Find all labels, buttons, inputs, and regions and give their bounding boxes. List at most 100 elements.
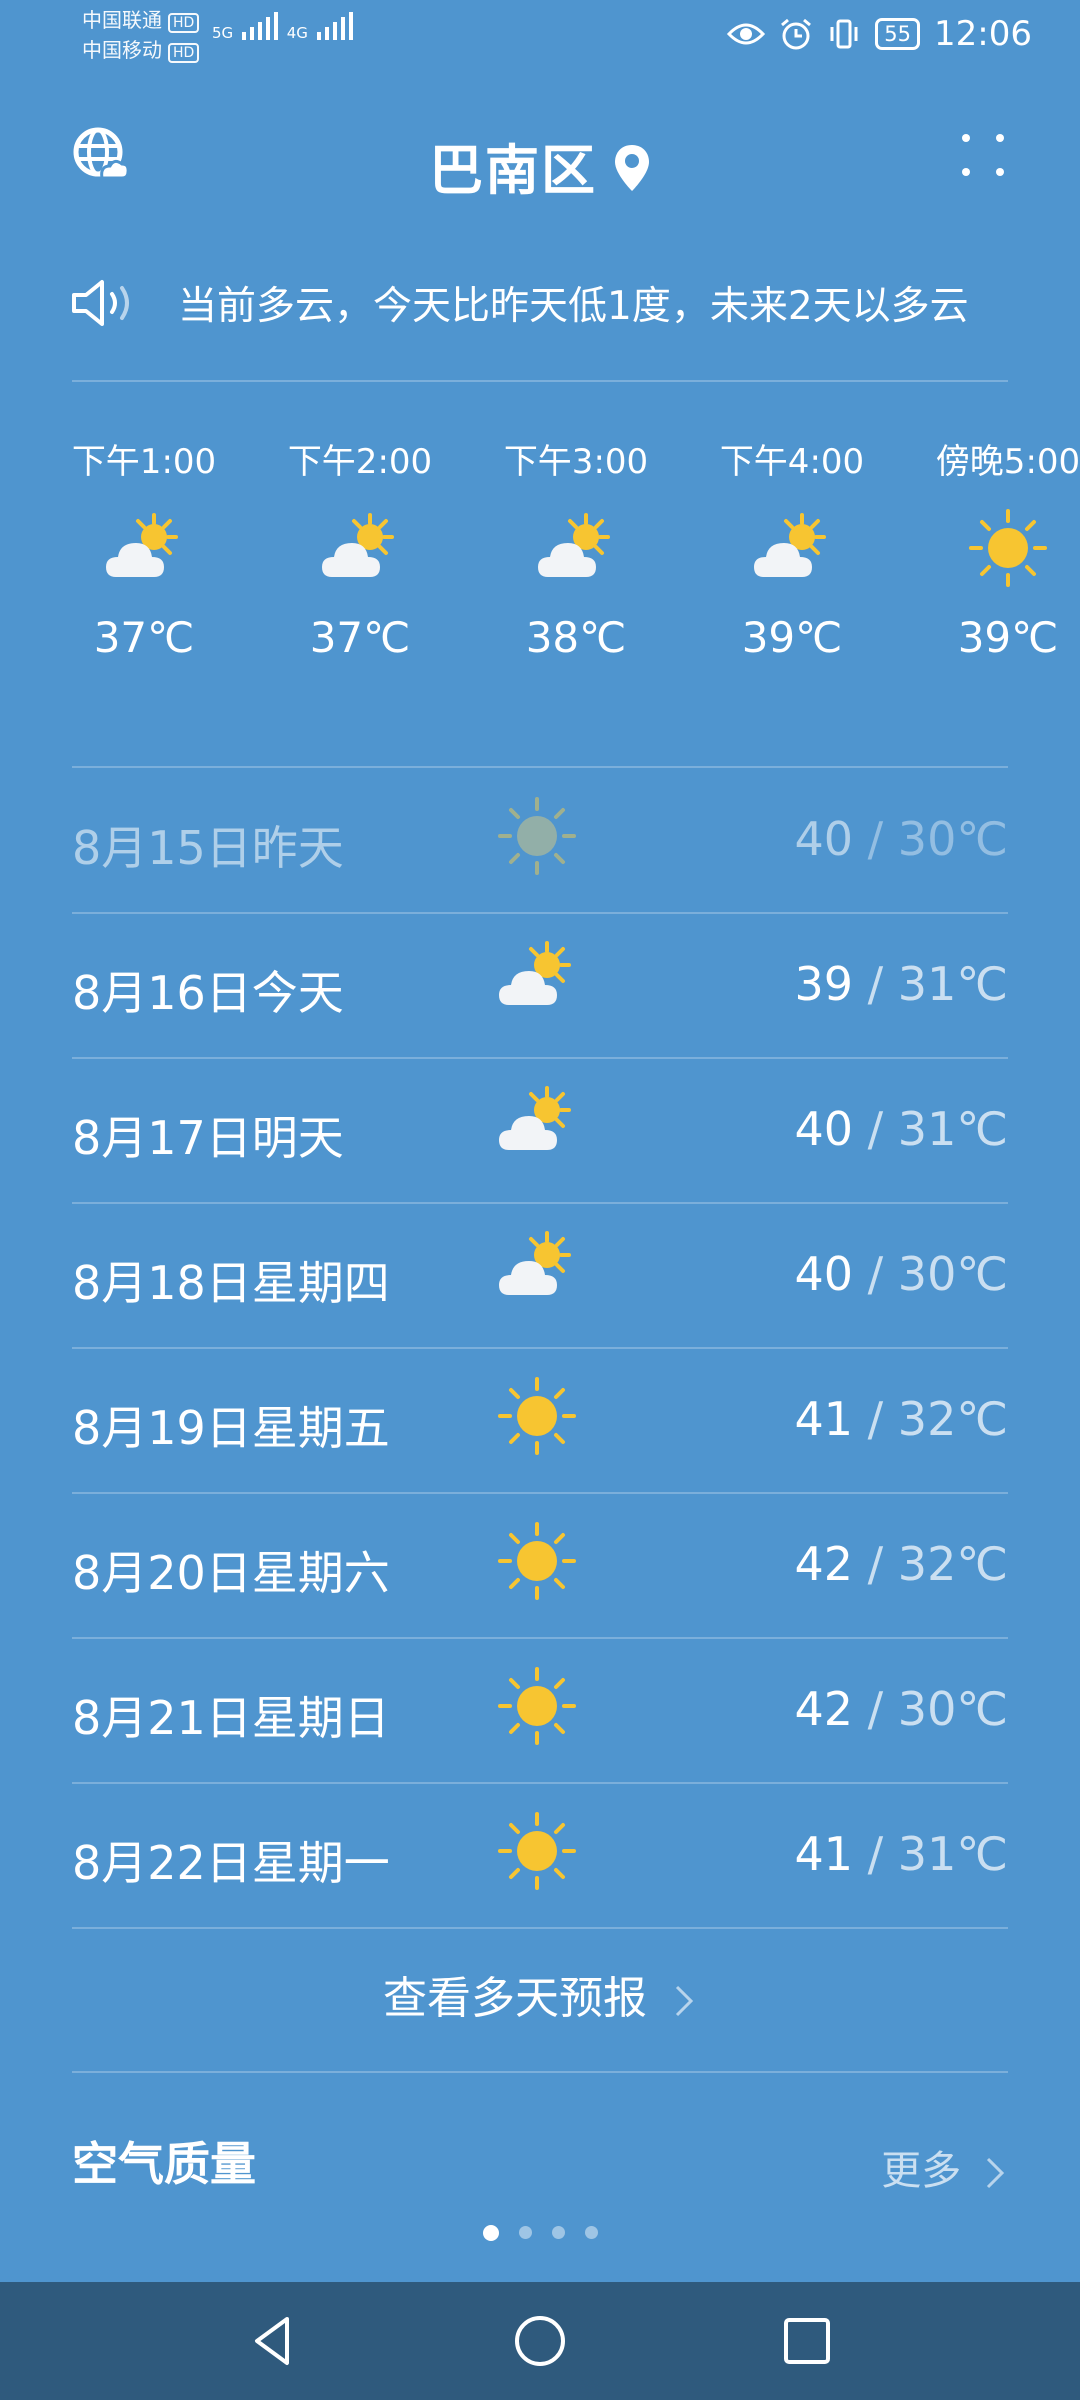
hour-temp: 37℃ [93,613,195,662]
daily-row[interactable]: 8月16日今天 39 / 31℃ [72,913,1008,1058]
weather-broadcast[interactable]: 当前多云，今天比昨天低1度，未来2天以多云 [70,268,1010,338]
hd-badge: HD [168,43,200,63]
air-quality-title: 空气质量 [72,2137,256,2191]
city-title[interactable]: 巴南区 [0,126,1080,206]
vibrate-icon [830,19,858,49]
eye-icon [727,23,766,45]
hour-time: 下午1:00 [71,442,217,482]
daily-row[interactable]: 8月17日明天 40 / 31℃ [72,1058,1008,1203]
hd-badge: HD [168,13,200,33]
day-temp-range: 40 / 30℃ [795,812,1009,866]
daily-row[interactable]: 8月19日星期五 41 / 32℃ [72,1348,1008,1493]
partly-cloudy-icon [692,483,892,613]
divider [72,2071,1008,2073]
day-high: 39 [794,957,854,1011]
day-high: 40 [794,1247,854,1301]
range-separator: / [853,1247,898,1301]
status-right: 55 12:06 [727,14,1032,54]
home-icon[interactable] [510,2311,570,2371]
air-quality-more-link[interactable]: 更多 [881,2138,1008,2196]
signal-icon [316,12,353,40]
hour-time: 下午2:00 [287,442,433,482]
day-temp-range: 42 / 32℃ [795,1537,1009,1591]
range-separator: / [853,957,898,1011]
page-indicator [0,2225,1080,2241]
system-nav-bar [0,2282,1080,2400]
day-low: 30℃ [897,1247,1008,1301]
day-date: 8月16日今天 [72,966,344,1020]
hour-item: 下午3:00 38℃ [476,434,676,662]
daily-row[interactable]: 8月22日星期一 41 / 31℃ [72,1783,1008,1928]
day-temp-range: 42 / 30℃ [795,1682,1009,1736]
range-separator: / [853,812,898,866]
carrier-2: 中国移动 HD [82,36,200,64]
day-date: 8月21日星期日 [72,1691,390,1745]
daily-row[interactable]: 8月21日星期日 42 / 30℃ [72,1638,1008,1783]
hour-item: 下午1:00 37℃ [44,434,244,662]
hour-time: 下午4:00 [719,442,865,482]
chevron-right-icon [675,1985,694,2017]
day-high: 42 [794,1537,854,1591]
day-temp-range: 41 / 32℃ [795,1392,1009,1446]
recents-icon[interactable] [777,2311,837,2371]
day-high: 40 [794,812,854,866]
hourly-forecast[interactable]: 下午1:00 37℃ 下午2:00 37℃ 下午3:00 38℃ 下午4:00 … [44,420,1080,720]
sunny-icon [497,1666,577,1746]
divider [72,380,1008,382]
day-temp-range: 40 / 31℃ [795,1102,1009,1156]
day-temp-range: 39 / 31℃ [795,957,1009,1011]
hour-temp: 39℃ [741,613,843,662]
partly-cloudy-icon [476,483,676,613]
day-low: 32℃ [897,1537,1008,1591]
more-menu-icon[interactable] [958,130,1008,180]
day-date: 8月19日星期五 [72,1401,390,1455]
day-temp-range: 40 / 30℃ [795,1247,1009,1301]
battery-indicator: 55 [875,18,921,50]
view-more-forecast-button[interactable]: 查看多天预报 [0,1962,1080,2026]
hour-item: 傍晚5:00 39℃ [908,434,1080,662]
sunny-icon [908,483,1080,613]
daily-row[interactable]: 8月20日星期六 42 / 32℃ [72,1493,1008,1638]
carrier-1-label: 中国联通 [82,8,162,32]
hour-time: 傍晚5:00 [935,442,1080,482]
sunny-icon [497,1376,577,1456]
carrier-1: 中国联通 HD [82,6,200,34]
day-temp-range: 41 / 31℃ [795,1827,1009,1881]
range-separator: / [853,1682,898,1736]
day-high: 40 [794,1102,854,1156]
back-icon[interactable] [243,2311,303,2371]
day-low: 31℃ [897,1102,1008,1156]
day-low: 30℃ [897,812,1008,866]
speaker-icon [72,280,129,326]
page-dot-active [482,2225,499,2241]
page-dot [584,2226,598,2239]
broadcast-text: 当前多云，今天比昨天低1度，未来2天以多云 [178,284,969,329]
hour-time: 下午3:00 [503,442,649,482]
range-separator: / [853,1827,898,1881]
page-dot [551,2226,565,2239]
range-separator: / [853,1102,898,1156]
day-date: 8月20日星期六 [72,1546,390,1600]
hour-item: 下午4:00 39℃ [692,434,892,662]
day-low: 32℃ [897,1392,1008,1446]
day-low: 31℃ [897,957,1008,1011]
range-separator: / [853,1392,898,1446]
partly-cloudy-icon [497,1231,577,1311]
day-date: 8月18日星期四 [72,1256,390,1310]
daily-row[interactable]: 8月18日星期四 40 / 30℃ [72,1203,1008,1348]
day-low: 31℃ [897,1827,1008,1881]
signal-indicators: 5G 4G [212,12,357,42]
city-name: 巴南区 [429,139,597,202]
page-dot [518,2226,532,2239]
day-high: 41 [794,1827,854,1881]
header: 巴南区 [0,118,1080,202]
sunny-icon [497,1811,577,1891]
partly-cloudy-icon [260,483,460,613]
hour-item: 下午2:00 37℃ [260,434,460,662]
day-date: 8月17日明天 [72,1111,344,1165]
daily-row[interactable]: 8月15日昨天 40 / 30℃ [72,768,1008,913]
partly-cloudy-icon [497,1086,577,1166]
network-5g-label: 5G [212,24,234,42]
divider [72,1927,1008,1929]
day-high: 41 [794,1392,854,1446]
